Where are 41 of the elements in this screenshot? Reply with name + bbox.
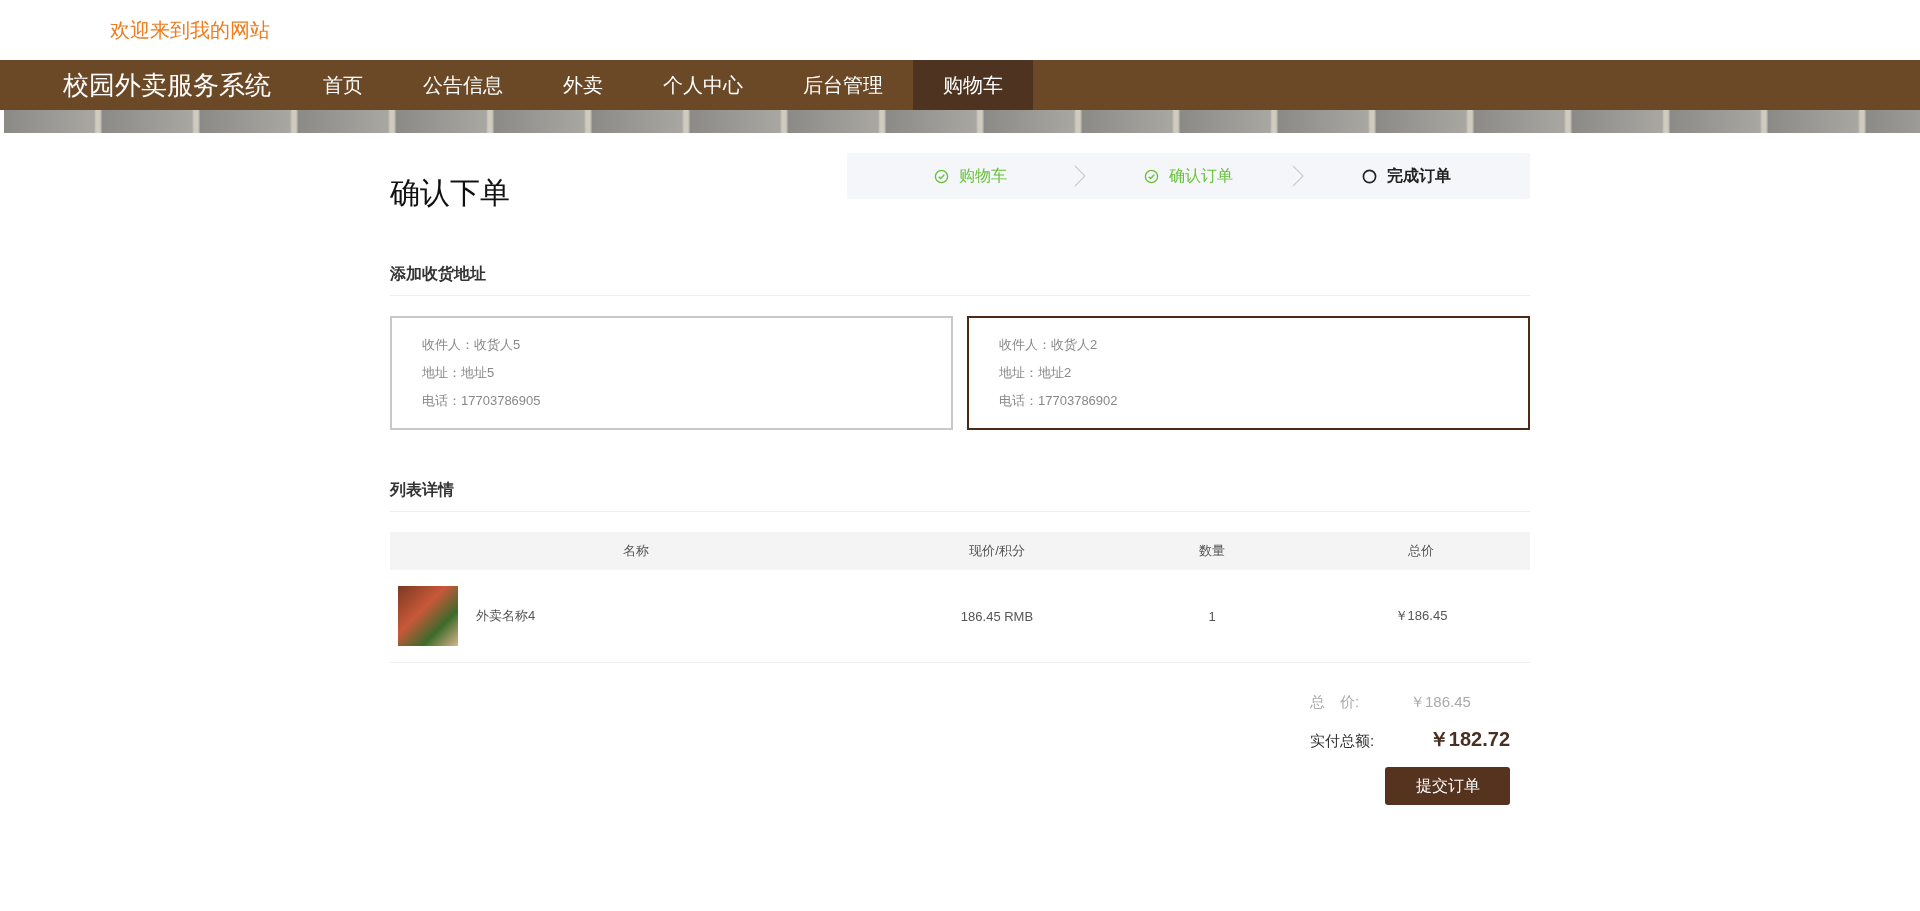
column-header: 总价 <box>1407 542 1435 560</box>
check-circle-icon <box>934 168 949 184</box>
chevron-right-icon <box>1291 165 1304 187</box>
column-header: 现价/积分 <box>968 542 1026 560</box>
address-card[interactable]: 收件人：收货人5 地址：地址5 电话：17703786905 <box>390 316 953 430</box>
nav-item[interactable]: 首页 <box>293 60 393 110</box>
circle-icon <box>1362 168 1377 184</box>
step-label: 确认订单 <box>1169 165 1233 186</box>
address-line: 地址：地址5 <box>422 364 496 382</box>
address-card[interactable]: 收件人：收货人2 地址：地址2 电话：17703786902 <box>967 316 1530 430</box>
total-value: ￥186.45 <box>1410 693 1472 712</box>
nav-item[interactable]: 购物车 <box>913 60 1033 110</box>
pay-value: ￥182.72 <box>1427 727 1510 752</box>
table-cell: 外卖名称4 <box>476 607 536 625</box>
page-title: 确认下单 <box>390 175 510 211</box>
table-cell: 186.45 RMB <box>960 608 1034 624</box>
address-line: 收件人：收货人2 <box>999 336 1099 354</box>
section-title: 列表详情 <box>390 430 1530 512</box>
step-label: 完成订单 <box>1387 165 1451 186</box>
nav-item[interactable]: 外卖 <box>533 60 633 110</box>
photo-placeholder <box>398 586 458 646</box>
step-label: 购物车 <box>959 165 1007 186</box>
section-title: 添加收货地址 <box>390 214 1530 296</box>
address-line: 电话：17703786902 <box>999 392 1119 410</box>
address-line: 电话：17703786905 <box>422 392 542 410</box>
nav-item[interactable]: 个人中心 <box>633 60 773 110</box>
pay-label: 实付总额: <box>1310 732 1376 751</box>
address-line: 收件人：收货人5 <box>422 336 522 354</box>
total-label: 总 价: <box>1310 693 1361 712</box>
chevron-right-icon <box>1073 165 1086 187</box>
check-circle-icon <box>1144 168 1159 184</box>
table-cell: 1 <box>1208 608 1216 624</box>
column-header: 数量 <box>1198 542 1226 560</box>
address-line: 地址：地址2 <box>999 364 1073 382</box>
nav-item[interactable]: 公告信息 <box>393 60 533 110</box>
site-title: 校园外卖服务系统 <box>63 68 271 102</box>
submit-order-button[interactable]: 提交订单 <box>1385 767 1510 805</box>
nav-item[interactable]: 后台管理 <box>773 60 913 110</box>
welcome-text: 欢迎来到我的网站 <box>110 17 270 43</box>
table-cell: ￥186.45 <box>1394 608 1448 623</box>
column-header: 名称 <box>622 542 650 560</box>
